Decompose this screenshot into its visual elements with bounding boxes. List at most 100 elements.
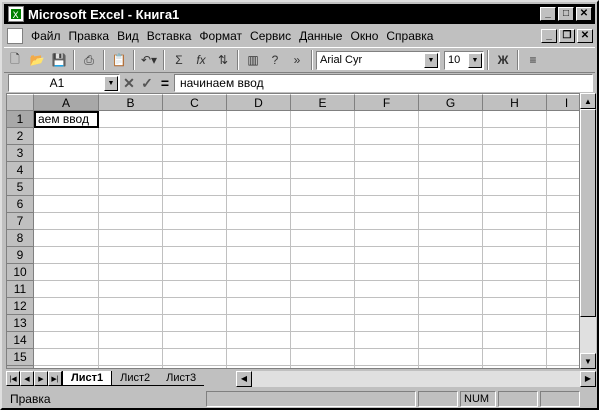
row-header-4[interactable]: 4 (7, 162, 34, 179)
column-header-g[interactable]: G (419, 94, 483, 111)
row-header-10[interactable]: 10 (7, 264, 34, 281)
paste-icon[interactable]: 📋 (108, 49, 130, 71)
scroll-down-icon[interactable]: ▼ (580, 353, 596, 369)
help-icon[interactable]: ? (264, 49, 286, 71)
excel-icon[interactable]: X (8, 6, 24, 22)
row-header-16[interactable]: 16 (7, 366, 34, 368)
autosum-icon[interactable]: Σ (168, 49, 190, 71)
status-mode: Правка (10, 392, 51, 406)
row-header-2[interactable]: 2 (7, 128, 34, 145)
column-header-d[interactable]: D (227, 94, 291, 111)
row-header-12[interactable]: 12 (7, 298, 34, 315)
row-header-3[interactable]: 3 (7, 145, 34, 162)
new-icon[interactable]: 🗋 (4, 49, 26, 71)
column-header-c[interactable]: C (163, 94, 227, 111)
num-lock-indicator: NUM (460, 391, 496, 407)
toolbar-divider (487, 50, 489, 70)
chart-icon[interactable]: ▥ (242, 49, 264, 71)
status-panel (418, 391, 458, 407)
menu-help[interactable]: Справка (382, 29, 437, 43)
tab-sheet3[interactable]: Лист3 (158, 371, 205, 386)
chevron-down-icon[interactable]: ▼ (424, 52, 438, 68)
sort-icon[interactable]: ⇅ (212, 49, 234, 71)
sheet-tabs-bar: |◀ ◀ ▶ ▶| Лист1 Лист2 Лист3 ◀ ▶ (6, 370, 596, 387)
row-header-15[interactable]: 15 (7, 349, 34, 366)
undo-icon[interactable]: ↶▾ (138, 49, 160, 71)
first-sheet-icon[interactable]: |◀ (6, 371, 20, 386)
menu-data[interactable]: Данные (295, 29, 346, 43)
save-icon[interactable]: 💾 (48, 49, 70, 71)
toolbar-divider (133, 50, 135, 70)
row-header-8[interactable]: 8 (7, 230, 34, 247)
grid-line (226, 111, 227, 368)
bold-button[interactable]: Ж (492, 49, 514, 71)
font-name-select[interactable]: Arial Cyr ▼ (316, 50, 440, 70)
scroll-left-icon[interactable]: ◀ (236, 370, 252, 387)
grid-line (34, 178, 579, 179)
horizontal-scrollbar[interactable]: ◀ ▶ (236, 370, 596, 387)
row-header-11[interactable]: 11 (7, 281, 34, 298)
menu-insert[interactable]: Вставка (143, 29, 196, 43)
tab-sheet2[interactable]: Лист2 (112, 371, 159, 386)
row-header-6[interactable]: 6 (7, 196, 34, 213)
active-cell-a1[interactable]: аем ввод (34, 111, 99, 128)
tab-sheet1[interactable]: Лист1 (62, 371, 113, 386)
menu-edit[interactable]: Правка (65, 29, 114, 43)
minimize-button[interactable]: _ (540, 7, 556, 21)
menu-tools[interactable]: Сервис (246, 29, 295, 43)
next-sheet-icon[interactable]: ▶ (34, 371, 48, 386)
name-box[interactable]: A1 ▼ (8, 74, 120, 92)
doc-minimize-button[interactable]: _ (541, 28, 557, 43)
menu-format[interactable]: Формат (195, 29, 246, 43)
menu-view[interactable]: Вид (113, 29, 143, 43)
status-panel (540, 391, 580, 407)
open-icon[interactable]: 📂 (26, 49, 48, 71)
chevron-down-icon[interactable]: ▼ (468, 52, 482, 68)
row-header-14[interactable]: 14 (7, 332, 34, 349)
more-buttons-icon[interactable]: » (286, 49, 308, 71)
column-header-b[interactable]: B (99, 94, 163, 111)
maximize-button[interactable]: □ (558, 7, 574, 21)
font-name-value: Arial Cyr (320, 54, 363, 66)
cancel-icon[interactable]: ✕ (120, 75, 138, 92)
formula-input[interactable]: начинаем ввод (174, 74, 593, 92)
doc-restore-button[interactable]: ❐ (559, 28, 575, 43)
scroll-up-icon[interactable]: ▲ (580, 93, 596, 109)
last-sheet-icon[interactable]: ▶| (48, 371, 62, 386)
worksheet-grid[interactable]: ABCDEFGHI12345678910111213141516аем ввод (6, 93, 580, 369)
align-left-icon[interactable]: ≡ (522, 49, 544, 71)
print-icon[interactable]: ⎙ (78, 49, 100, 71)
edit-formula-icon[interactable]: = (156, 75, 174, 91)
function-icon[interactable]: fx (190, 49, 212, 71)
column-header-h[interactable]: H (483, 94, 547, 111)
workbook-icon[interactable] (7, 27, 23, 44)
scroll-right-icon[interactable]: ▶ (580, 370, 596, 387)
grid-line (290, 111, 291, 368)
font-size-select[interactable]: 10 ▼ (444, 50, 484, 70)
close-button[interactable]: ✕ (576, 7, 592, 21)
row-header-1[interactable]: 1 (7, 111, 34, 128)
enter-icon[interactable]: ✓ (138, 75, 156, 92)
grid-line (34, 127, 579, 128)
column-header-f[interactable]: F (355, 94, 419, 111)
grid-line (482, 111, 483, 368)
vertical-scrollbar[interactable]: ▲ ▼ (580, 93, 596, 369)
chevron-down-icon[interactable]: ▼ (104, 76, 118, 91)
column-header-e[interactable]: E (291, 94, 355, 111)
row-header-7[interactable]: 7 (7, 213, 34, 230)
menu-window[interactable]: Окно (346, 29, 382, 43)
column-header-i[interactable]: I (547, 94, 579, 111)
doc-close-button[interactable]: ✕ (577, 28, 593, 43)
grid-line (34, 212, 579, 213)
prev-sheet-icon[interactable]: ◀ (20, 371, 34, 386)
column-header-a[interactable]: A (34, 94, 99, 111)
row-header-5[interactable]: 5 (7, 179, 34, 196)
select-all-corner[interactable] (7, 94, 34, 111)
row-header-13[interactable]: 13 (7, 315, 34, 332)
svg-text:X: X (13, 11, 19, 20)
grid-line (34, 263, 579, 264)
menu-file[interactable]: Файл (27, 29, 65, 43)
row-header-9[interactable]: 9 (7, 247, 34, 264)
scroll-thumb[interactable] (580, 109, 596, 317)
status-bar: Правка NUM (4, 390, 595, 408)
